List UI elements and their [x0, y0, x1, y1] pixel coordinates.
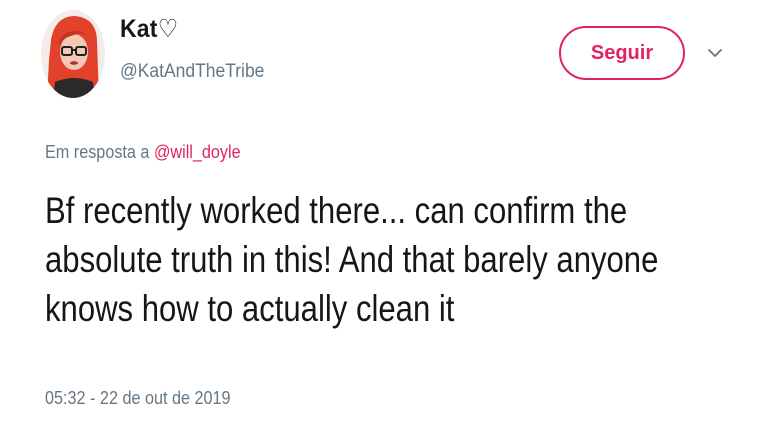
follow-button[interactable]: Seguir: [559, 26, 685, 80]
username[interactable]: @KatAndTheTribe: [120, 61, 264, 83]
chevron-down-icon[interactable]: [704, 42, 726, 64]
tweet-text: Bf recently worked there... can confirm …: [45, 190, 659, 329]
display-name[interactable]: Kat♡: [120, 14, 178, 44]
avatar-image: [41, 10, 105, 98]
tweet-header: Kat♡ @KatAndTheTribe Seguir: [0, 0, 770, 110]
tweet-timestamp[interactable]: 05:32 - 22 de out de 2019: [45, 387, 231, 409]
user-info: Kat♡ @KatAndTheTribe: [120, 14, 277, 83]
reply-mention-link[interactable]: @will_doyle: [154, 142, 241, 162]
reply-context: Em resposta a @will_doyle: [45, 141, 241, 163]
reply-prefix: Em resposta a: [45, 142, 154, 162]
avatar[interactable]: [41, 10, 105, 98]
